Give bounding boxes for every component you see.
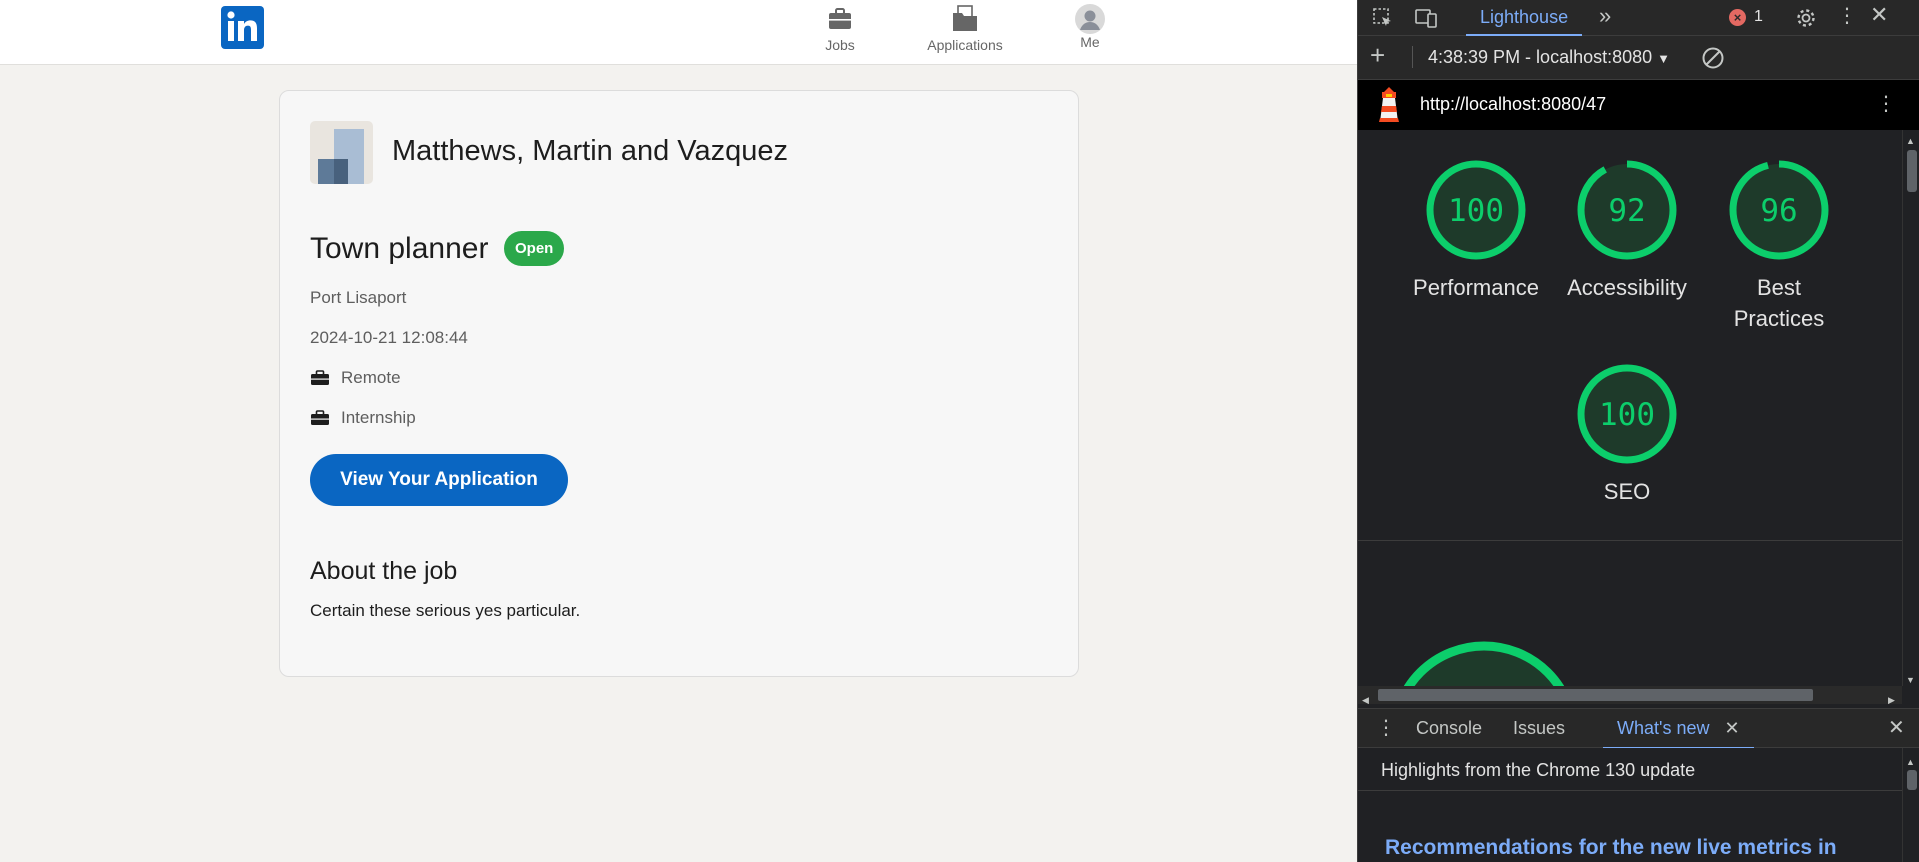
score-value: 92 (1608, 193, 1645, 229)
close-icon[interactable]: ✕ (1870, 4, 1888, 26)
score-value: 96 (1760, 193, 1797, 229)
audited-url: http://localhost:8080/47 (1420, 94, 1607, 114)
score-gauge-seo[interactable]: 100 SEO (1552, 364, 1702, 507)
scroll-up-icon[interactable]: ▲ (1906, 131, 1915, 151)
add-icon[interactable]: + (1370, 42, 1385, 68)
tab-whats-new[interactable]: What's new ✕ (1603, 709, 1754, 749)
report-select-label: 4:38:39 PM - localhost:8080 (1428, 47, 1653, 67)
score-value: 100 (1448, 193, 1504, 229)
whats-new-heading: Highlights from the Chrome 130 update (1381, 760, 1696, 780)
score-label: SEO (1603, 479, 1651, 504)
scroll-right-icon[interactable]: ▶ (1888, 690, 1895, 710)
score-label: Accessibility (1567, 275, 1687, 300)
scrollbar-thumb[interactable] (1907, 770, 1917, 790)
job-location: Port Lisaport (310, 288, 407, 307)
tab-issues[interactable]: Issues (1513, 709, 1565, 749)
nav-me-label: Me (1080, 34, 1100, 50)
linkedin-logo[interactable] (221, 6, 264, 49)
score-gauge-accessibility[interactable]: 92 Accessibility (1552, 160, 1702, 303)
lighthouse-icon (1374, 84, 1404, 126)
company-logo (310, 121, 373, 184)
nav-applications[interactable]: Applications (920, 4, 1010, 53)
score-gauge-best-practices[interactable]: 96 Best Practices (1704, 160, 1854, 334)
whats-new-header: Highlights from the Chrome 130 update (1358, 748, 1902, 791)
employment-type-row: Internship (310, 408, 416, 428)
vertical-scrollbar[interactable]: ▲ ▼ (1902, 130, 1919, 686)
company-name: Matthews, Martin and Vazquez (392, 135, 788, 167)
nav-applications-label: Applications (927, 37, 1003, 53)
nav-jobs-label: Jobs (825, 37, 855, 53)
error-counter[interactable]: × 1 (1729, 8, 1763, 26)
kebab-menu-icon[interactable]: ⋮ (1876, 94, 1896, 114)
report-select[interactable]: 4:38:39 PM - localhost:8080 ▼ (1428, 47, 1670, 68)
large-score-gauge-partial (1404, 641, 1564, 686)
drawer-scrollbar[interactable]: ▲ (1902, 748, 1919, 862)
section-divider (1358, 540, 1902, 541)
scroll-down-icon[interactable]: ▼ (1906, 670, 1915, 690)
about-job-heading: About the job (310, 557, 458, 585)
job-title: Town planner (310, 232, 489, 265)
job-employment-type: Internship (341, 408, 416, 427)
clear-icon[interactable] (1701, 46, 1725, 74)
briefcase-icon (310, 370, 330, 386)
score-label: Best Practices (1704, 272, 1854, 334)
error-count: 1 (1754, 8, 1763, 25)
briefcase-icon (815, 4, 865, 34)
scroll-left-icon[interactable]: ◀ (1362, 690, 1369, 710)
inspect-element-icon[interactable] (1372, 7, 1394, 33)
folder-documents-icon (920, 4, 1010, 34)
tab-lighthouse[interactable]: Lighthouse (1466, 0, 1583, 36)
top-navigation: Jobs Applications Me (0, 0, 1357, 65)
kebab-menu-icon[interactable]: ⋮ (1376, 718, 1396, 738)
drawer-tab-bar: ⋮ Console Issues What's new ✕ ✕ (1358, 708, 1919, 749)
lighthouse-scores: 100 Performance 92 Accessibility 96 Best… (1358, 130, 1902, 686)
more-tabs-icon[interactable]: » (1599, 5, 1611, 27)
gear-icon[interactable] (1795, 7, 1817, 33)
tab-console[interactable]: Console (1416, 709, 1482, 749)
score-label-line2: Practices (1733, 306, 1825, 331)
job-app: Jobs Applications Me Matthews, Martin an… (0, 0, 1357, 862)
score-value: 100 (1599, 397, 1655, 433)
kebab-menu-icon[interactable]: ⋮ (1837, 6, 1857, 26)
scrollbar-thumb[interactable] (1907, 150, 1917, 192)
lighthouse-toolbar: + 4:38:39 PM - localhost:8080 ▼ (1358, 36, 1919, 80)
nav-jobs[interactable]: Jobs (815, 4, 865, 53)
score-gauge-performance[interactable]: 100 Performance (1401, 160, 1551, 303)
job-workplace: Remote (341, 368, 401, 387)
avatar (1070, 4, 1110, 34)
error-icon: × (1729, 8, 1746, 26)
whats-new-article-link[interactable]: Recommendations for the new live metrics… (1385, 836, 1837, 860)
device-toolbar-icon[interactable] (1414, 7, 1438, 33)
job-description: Certain these serious yes particular. (310, 601, 581, 620)
scroll-up-icon[interactable]: ▲ (1906, 752, 1915, 772)
toolbar-divider (1412, 46, 1413, 68)
scrollbar-thumb[interactable] (1378, 689, 1813, 701)
score-label-line1: Best (1756, 275, 1802, 300)
dropdown-caret-icon: ▼ (1657, 51, 1671, 66)
lighthouse-url-bar: http://localhost:8080/47 ⋮ (1358, 80, 1919, 130)
job-posted-date: 2024-10-21 12:08:44 (310, 328, 468, 347)
workplace-row: Remote (310, 368, 401, 388)
devtools-toolbar: Lighthouse » × 1 ⋮ ✕ (1358, 0, 1919, 36)
nav-me[interactable]: Me (1070, 4, 1110, 50)
score-label: Performance (1413, 275, 1539, 300)
briefcase-icon (310, 410, 330, 426)
devtools-panel: Lighthouse » × 1 ⋮ ✕ + 4:38:39 PM - loca… (1357, 0, 1919, 862)
close-drawer-icon[interactable]: ✕ (1888, 718, 1905, 738)
horizontal-scrollbar[interactable]: ◀ ▶ (1358, 686, 1902, 705)
job-detail-card: Matthews, Martin and Vazquez Town planne… (279, 90, 1079, 677)
status-badge: Open (504, 231, 565, 266)
tab-whats-new-label: What's new (1617, 718, 1710, 738)
view-application-button[interactable]: View Your Application (310, 454, 568, 506)
close-tab-icon[interactable]: ✕ (1725, 718, 1740, 738)
